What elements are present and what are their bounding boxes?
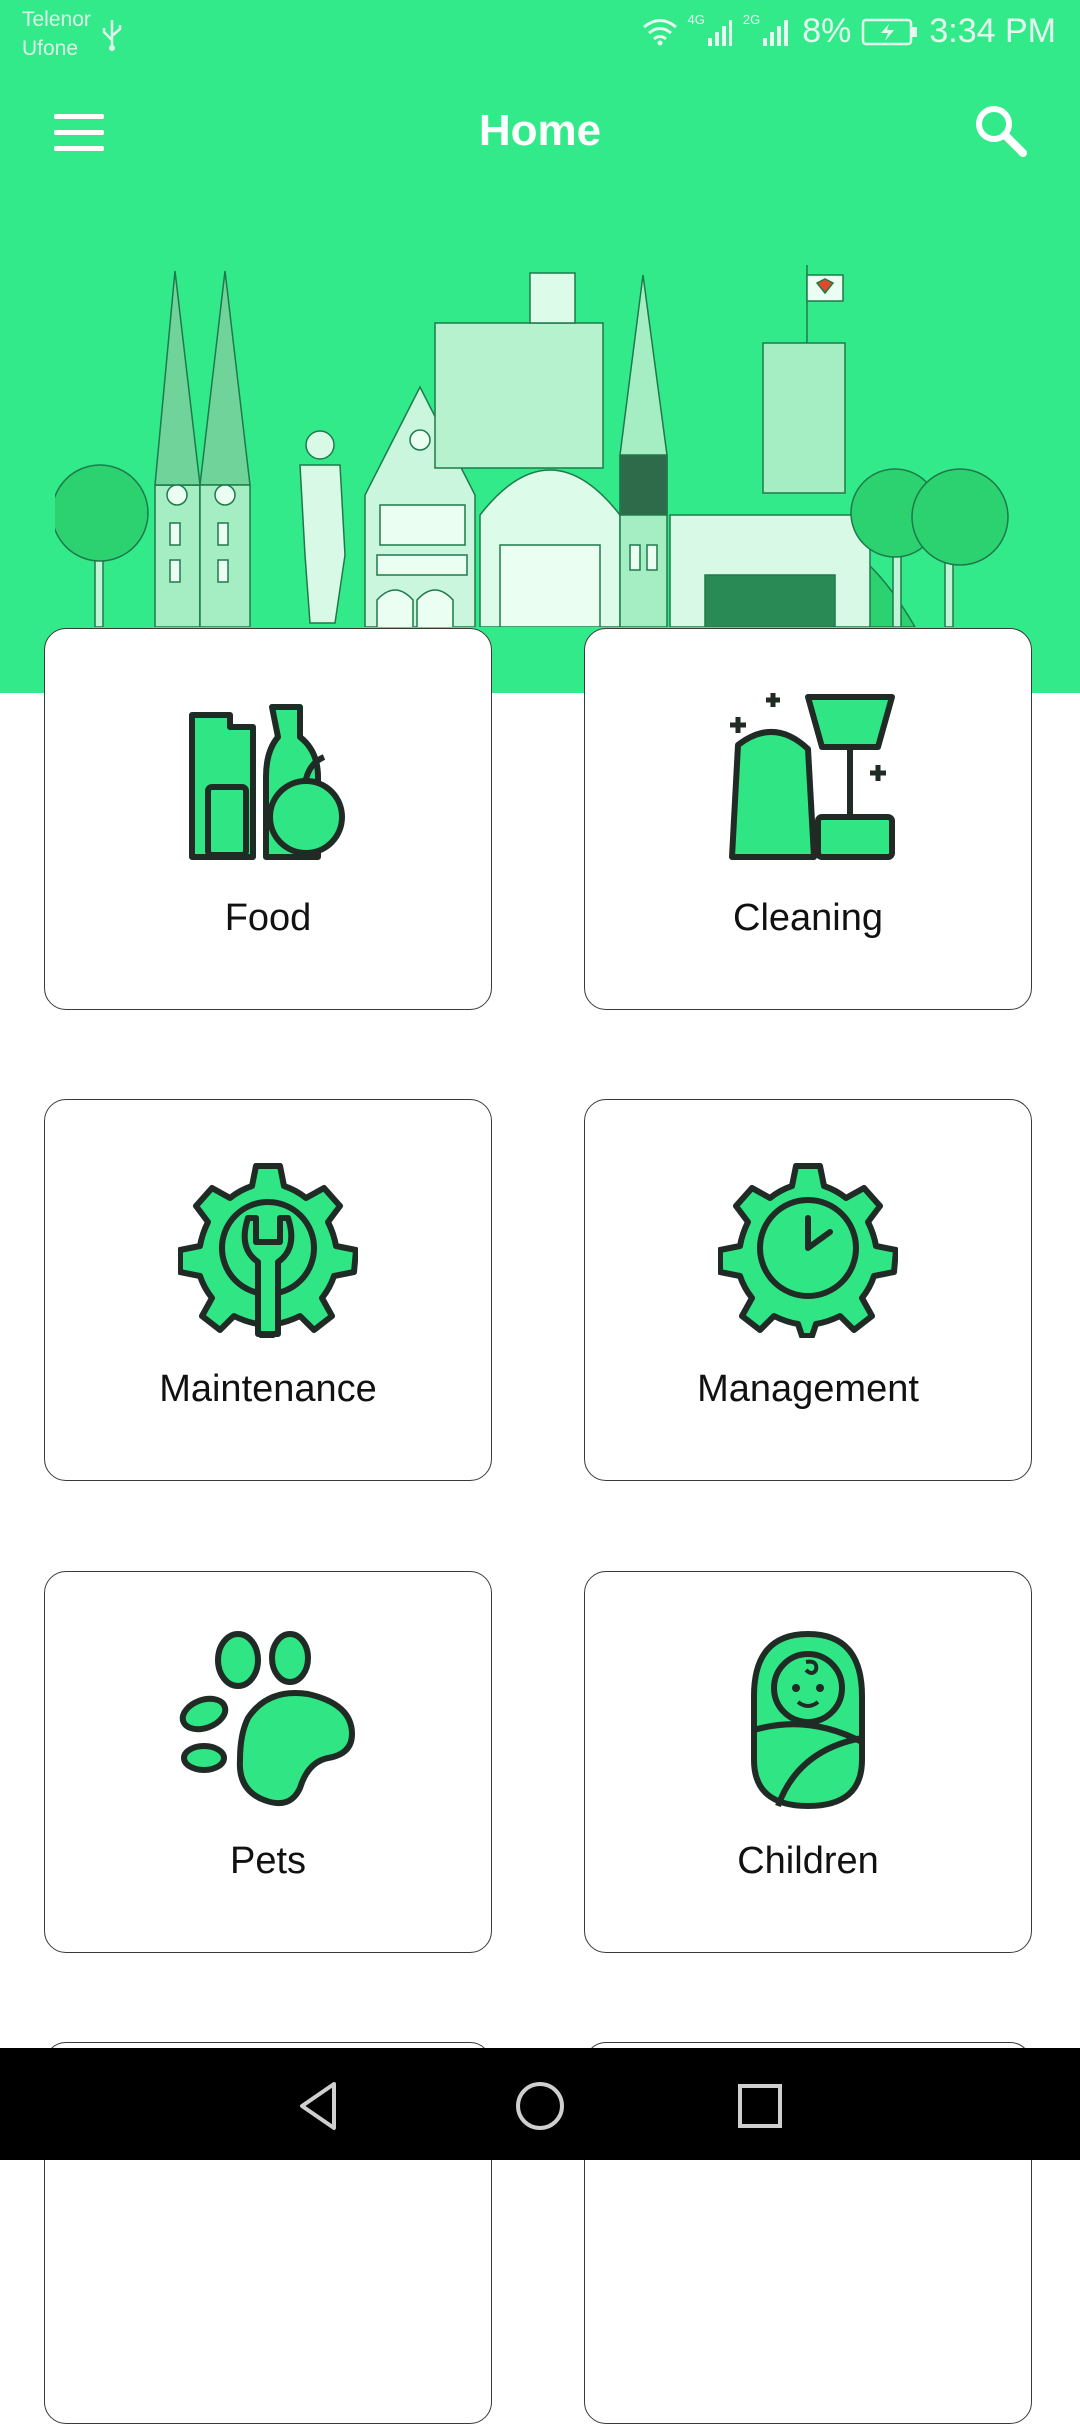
- battery-charging-icon: [862, 18, 918, 45]
- category-label: Food: [224, 897, 312, 939]
- category-label: Cleaning: [733, 897, 883, 939]
- cleaning-bucket-icon: [729, 693, 895, 860]
- category-card-children[interactable]: Children: [584, 1571, 1032, 1953]
- navigation-bar: [0, 2048, 1080, 2160]
- signal-icon-1: [707, 19, 732, 46]
- swaddled-baby-icon: [751, 1631, 865, 1809]
- gear-clock-icon: [718, 1163, 898, 1338]
- hero-banner: Telenor Ufone 4G 2G 8% 3:34 PM Home: [0, 0, 1080, 693]
- recents-square-icon: [738, 2084, 782, 2128]
- battery-percent: 8%: [802, 12, 852, 50]
- carrier-secondary: Ufone: [22, 37, 79, 60]
- city-skyline-illustration: [55, 265, 1009, 627]
- network-type-2: 2G: [742, 12, 761, 27]
- search-icon: [976, 106, 1027, 157]
- back-triangle-icon: [300, 2082, 336, 2130]
- home-circle-icon: [516, 2082, 564, 2130]
- category-card-maintenance[interactable]: Maintenance: [44, 1099, 492, 1481]
- category-card-food[interactable]: Food: [44, 628, 492, 1010]
- category-label: Pets: [229, 1840, 307, 1882]
- status-bar: Telenor Ufone 4G 2G 8% 3:34 PM: [0, 0, 1080, 70]
- category-label: Children: [737, 1840, 879, 1882]
- gear-wrench-icon: [178, 1163, 358, 1338]
- clock: 3:34 PM: [929, 12, 1056, 50]
- category-card-cleaning[interactable]: Cleaning: [584, 628, 1032, 1010]
- category-label: Management: [697, 1368, 919, 1410]
- category-card-management[interactable]: Management: [584, 1099, 1032, 1481]
- paw-icon: [179, 1631, 355, 1806]
- groceries-icon: [189, 704, 345, 860]
- app-bar: Home: [0, 70, 1080, 195]
- usb-icon: [102, 20, 122, 51]
- wifi-icon: [642, 18, 677, 45]
- network-type-1: 4G: [687, 12, 705, 27]
- back-button[interactable]: [290, 2076, 350, 2136]
- recents-button[interactable]: [730, 2076, 790, 2136]
- signal-icon-2: [763, 19, 789, 46]
- home-button[interactable]: [510, 2076, 570, 2136]
- search-button[interactable]: [970, 100, 1030, 160]
- page-title: Home: [478, 106, 602, 155]
- carrier-primary: Telenor: [22, 8, 91, 31]
- category-card-pets[interactable]: Pets: [44, 1571, 492, 1953]
- category-label: Maintenance: [159, 1368, 377, 1410]
